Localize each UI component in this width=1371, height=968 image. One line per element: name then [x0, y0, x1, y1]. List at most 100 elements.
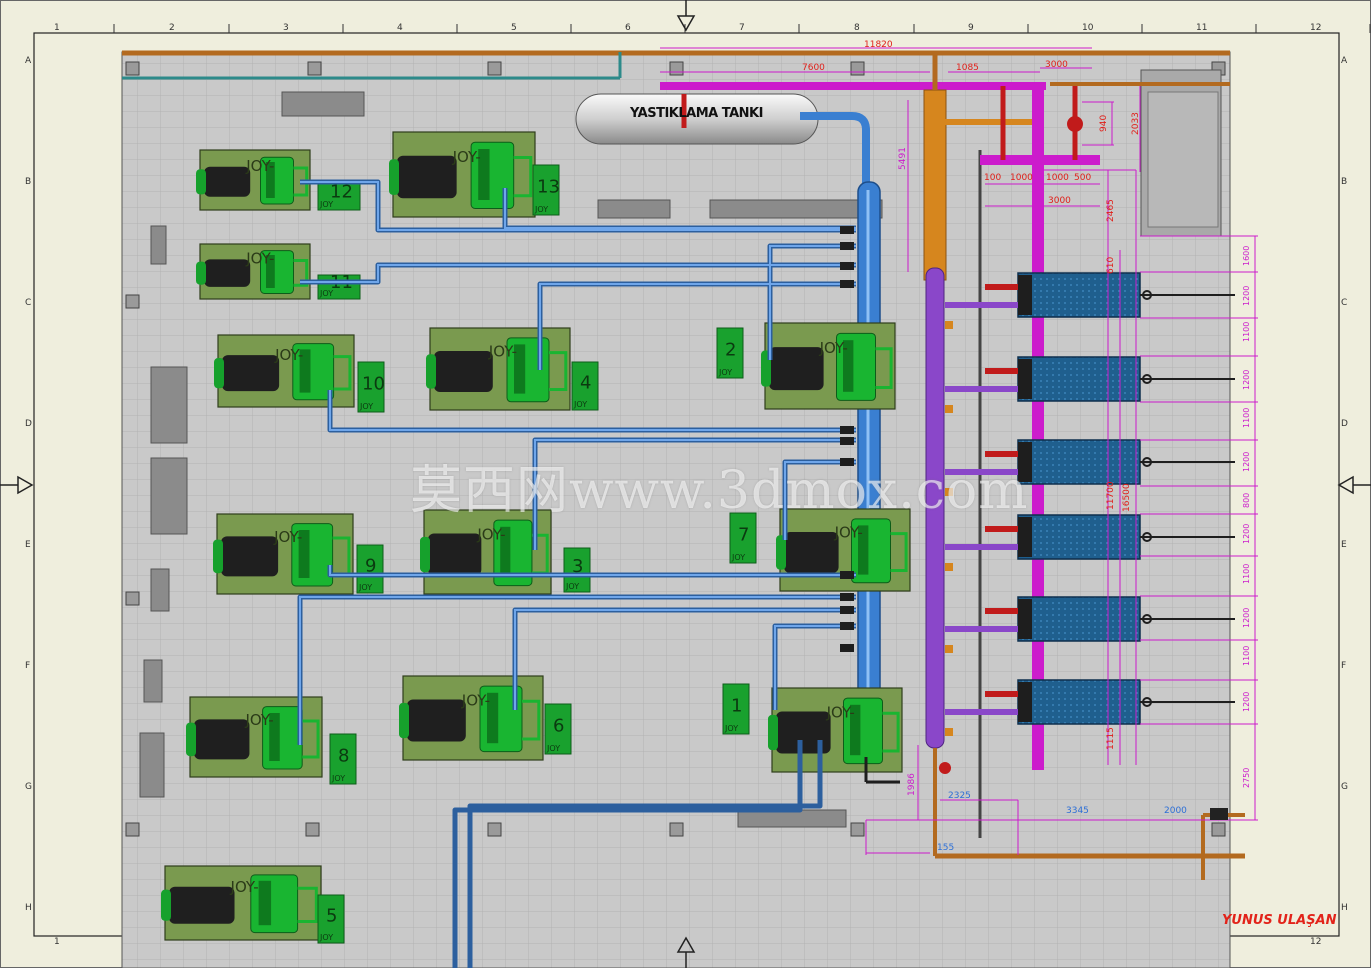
- dimension-label: 1115: [1106, 727, 1116, 750]
- row-letter: D: [25, 419, 32, 429]
- chiller-tag-brand: JOY: [319, 289, 333, 298]
- chiller-tag-brand: JOY: [359, 402, 373, 411]
- chiller-number: 12: [330, 181, 353, 202]
- chiller-brand-label: JOY-: [245, 249, 274, 267]
- chiller-tag-brand: JOY: [718, 368, 732, 377]
- chiller-number: 6: [553, 716, 564, 737]
- chiller-unit: JOY- 13 JOY: [389, 131, 560, 218]
- dimension-label: 2000: [1164, 806, 1187, 816]
- dimension-label: 1200: [1242, 524, 1251, 544]
- dimension-label: 1200: [1242, 452, 1251, 472]
- dimension-label: 940: [1099, 115, 1109, 132]
- chiller-number: 1: [731, 696, 742, 717]
- dimension-label: 1085: [956, 63, 979, 73]
- watermark-text: 莫西网www.3dmox.com: [410, 461, 1029, 521]
- expansion-tank-label: YASTIKLAMA TANKI: [630, 106, 763, 121]
- chiller-tag-brand: JOY: [565, 582, 579, 591]
- dimension-label: 1100: [1242, 564, 1251, 584]
- chiller-brand-label: JOY-: [488, 343, 517, 361]
- row-letter: C: [1341, 298, 1347, 308]
- column-number: 2: [169, 23, 175, 33]
- dimension-label: 7600: [802, 63, 825, 73]
- dimension-label: 11820: [864, 40, 893, 50]
- dimension-label: 1000: [1046, 173, 1069, 183]
- chiller-brand-label: JOY-: [274, 346, 303, 364]
- chiller-tag-brand: JOY: [358, 583, 372, 592]
- chiller-number: 7: [738, 525, 749, 546]
- chiller-unit: JOY- 5 JOY: [161, 865, 345, 944]
- column-number: 12: [1310, 23, 1321, 33]
- chiller-brand-label: JOY-: [476, 525, 505, 543]
- column-number: 4: [397, 23, 403, 33]
- chiller-number: 13: [537, 177, 560, 198]
- column-number: 9: [968, 23, 974, 33]
- column-number: 5: [511, 23, 517, 33]
- dimension-label: 11700: [1106, 481, 1116, 510]
- row-letter: G: [25, 782, 32, 792]
- chiller-brand-label: JOY-: [230, 878, 259, 896]
- dimension-label: 2465: [1106, 199, 1116, 222]
- chiller-tag-brand: JOY: [573, 400, 587, 409]
- row-letter: H: [1341, 903, 1348, 913]
- chiller-tag-brand: JOY: [724, 724, 738, 733]
- dimension-label: 2325: [948, 791, 971, 801]
- row-letter: D: [1341, 419, 1348, 429]
- dimension-label: 1200: [1242, 286, 1251, 306]
- chiller-tag-brand: JOY: [546, 744, 560, 753]
- row-letter: C: [25, 298, 31, 308]
- row-letter: H: [25, 903, 32, 913]
- chiller-brand-label: JOY-: [244, 711, 273, 729]
- column-number: 11: [1196, 23, 1207, 33]
- chiller-number: 4: [580, 372, 591, 393]
- dimension-label: 1600: [1242, 246, 1251, 266]
- column-number: 3: [283, 23, 289, 33]
- chiller-tag-brand: JOY: [731, 553, 745, 562]
- row-letter: G: [1341, 782, 1348, 792]
- row-letter: F: [25, 661, 30, 671]
- chiller-brand-label: JOY-: [273, 528, 302, 546]
- dimension-label: 1200: [1242, 608, 1251, 628]
- dimension-label: 500: [1074, 173, 1091, 183]
- chiller-number: 10: [362, 374, 385, 395]
- column-number: 8: [854, 23, 860, 33]
- dimension-label: 100: [984, 173, 1001, 183]
- dimension-label: 3345: [1066, 806, 1089, 816]
- dimension-label: 1100: [1242, 322, 1251, 342]
- chiller-brand-label: JOY-: [245, 157, 274, 175]
- chiller-brand-label: JOY-: [826, 703, 855, 721]
- dimension-label: 1200: [1242, 692, 1251, 712]
- chiller-number: 2: [725, 340, 736, 361]
- dimension-label: 16500: [1122, 483, 1132, 512]
- row-letter: E: [25, 540, 31, 550]
- column-number: 6: [625, 23, 631, 33]
- chiller-brand-label: JOY-: [819, 339, 848, 357]
- dimension-label: 1000: [1010, 173, 1033, 183]
- dimension-label: 1100: [1242, 646, 1251, 666]
- dimension-label: 1100: [1242, 408, 1251, 428]
- dimension-label: 3000: [1045, 60, 1068, 70]
- chiller-number: 8: [338, 746, 349, 767]
- column-number: 10: [1082, 23, 1094, 33]
- chiller-brand-label: JOY-: [834, 524, 863, 542]
- dimension-label: 2033: [1131, 112, 1141, 135]
- column-number: 7: [739, 23, 745, 33]
- chiller-tag-brand: JOY: [331, 774, 345, 783]
- row-letter: A: [1341, 56, 1348, 66]
- dimension-label: 610: [1106, 257, 1116, 274]
- row-letter: B: [25, 177, 31, 187]
- author-signature: YUNUS ULAŞAN: [1222, 913, 1337, 928]
- dimension-label: 1200: [1242, 370, 1251, 390]
- chiller-tag-brand: JOY: [319, 200, 333, 209]
- column-number: 1: [54, 937, 60, 947]
- chiller-brand-label: JOY-: [452, 148, 481, 166]
- chiller-number: 5: [326, 905, 337, 926]
- dimension-label: 1986: [907, 773, 917, 796]
- column-number: 1: [54, 23, 60, 33]
- row-letter: A: [25, 56, 32, 66]
- dimension-label: 155: [937, 843, 954, 853]
- column-number: 12: [1310, 937, 1321, 947]
- dimension-label: 3000: [1048, 196, 1071, 206]
- dimension-label: 2750: [1242, 768, 1251, 788]
- chiller-brand-label: JOY-: [461, 691, 490, 709]
- row-letter: F: [1341, 661, 1346, 671]
